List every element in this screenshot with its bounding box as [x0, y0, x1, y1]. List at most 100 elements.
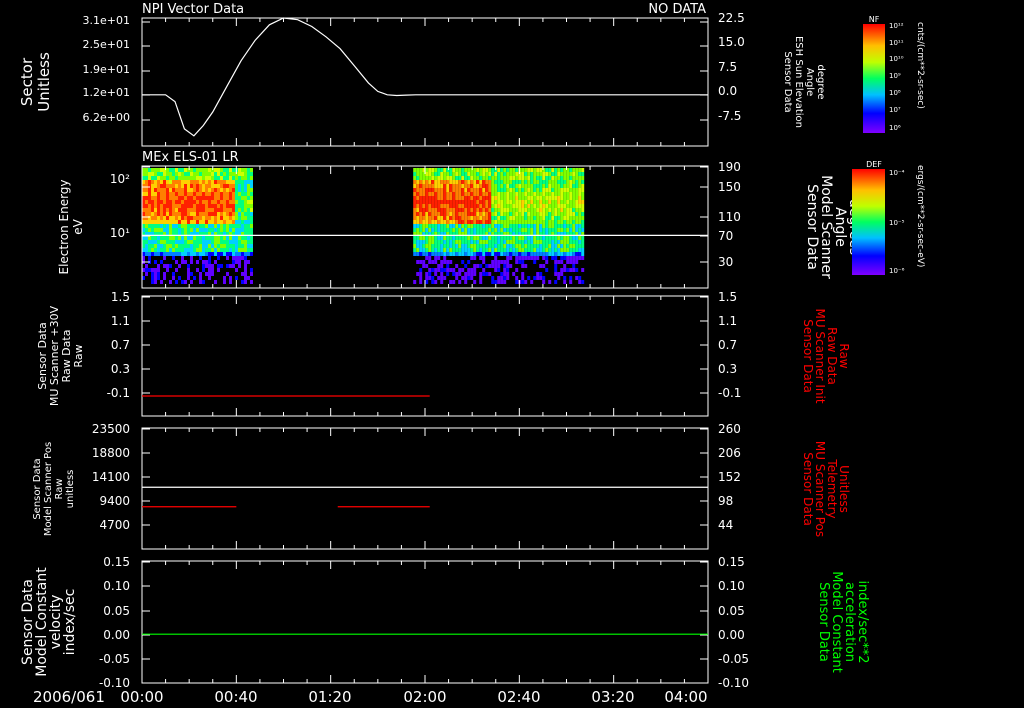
els-heatmap-cell — [488, 208, 492, 212]
els-heatmap-cell — [154, 236, 157, 240]
els-heatmap-cell — [205, 216, 208, 220]
els-heatmap-cell — [148, 172, 151, 176]
els-heatmap-cell — [187, 236, 190, 240]
svg-text:degree: degree — [815, 64, 826, 99]
els-heatmap-cell — [524, 208, 528, 212]
els-heatmap-cell — [416, 168, 420, 172]
els-heatmap-cell — [148, 204, 151, 208]
els-heatmap-cell — [446, 208, 450, 212]
els-heatmap-cell — [533, 240, 537, 244]
els-heatmap-cell — [148, 244, 151, 248]
svg-text:Raw: Raw — [72, 344, 85, 367]
els-heatmap-cell — [422, 220, 426, 224]
els-heatmap-cell — [563, 184, 567, 188]
els-heatmap-cell — [431, 228, 435, 232]
els-heatmap-cell — [145, 196, 148, 200]
els-heatmap-cell — [536, 200, 540, 204]
els-heatmap-cell — [536, 208, 540, 212]
els-heatmap-cell — [428, 220, 432, 224]
els-heatmap-cell — [229, 240, 232, 244]
els-heatmap-cell — [563, 228, 567, 232]
els-heatmap-cell — [461, 240, 465, 244]
svg-text:Angle: Angle — [804, 68, 815, 96]
els-heatmap-cell — [566, 252, 570, 256]
els-heatmap-cell — [458, 272, 462, 276]
els-heatmap-cell — [467, 168, 471, 172]
els-heatmap-cell — [208, 272, 211, 276]
els-heatmap-cell — [464, 212, 468, 216]
els-heatmap-cell — [437, 244, 441, 248]
els-heatmap-cell — [575, 216, 579, 220]
els-heatmap-cell — [479, 256, 483, 260]
els-heatmap-cell — [512, 192, 516, 196]
els-heatmap-cell — [151, 240, 154, 244]
els-heatmap-cell — [476, 196, 480, 200]
els-heatmap-cell — [482, 272, 486, 276]
els-heatmap-cell — [506, 224, 510, 228]
els-heatmap-cell — [545, 208, 549, 212]
els-heatmap-cell — [199, 244, 202, 248]
els-heatmap-cell — [241, 248, 244, 252]
els-heatmap-cell — [467, 212, 471, 216]
els-heatmap-cell — [563, 196, 567, 200]
els-heatmap-cell — [238, 172, 241, 176]
els-heatmap-cell — [169, 216, 172, 220]
els-heatmap-cell — [199, 248, 202, 252]
els-heatmap-cell — [485, 264, 489, 268]
els-heatmap-cell — [530, 184, 534, 188]
els-heatmap-cell — [211, 272, 214, 276]
els-heatmap-cell — [515, 200, 519, 204]
els-heatmap-cell — [145, 240, 148, 244]
els-heatmap-cell — [250, 180, 253, 184]
els-heatmap-cell — [548, 240, 552, 244]
els-heatmap-cell — [557, 208, 561, 212]
els-heatmap-cell — [527, 204, 531, 208]
els-heatmap-cell — [440, 280, 444, 284]
els-heatmap-cell — [485, 204, 489, 208]
els-heatmap-cell — [560, 252, 564, 256]
els-heatmap-cell — [557, 200, 561, 204]
els-heatmap-cell — [187, 188, 190, 192]
els-heatmap-cell — [518, 184, 522, 188]
els-heatmap-cell — [578, 240, 582, 244]
els-heatmap-cell — [202, 200, 205, 204]
els-heatmap-cell — [563, 224, 567, 228]
els-heatmap-cell — [572, 172, 576, 176]
els-heatmap-cell — [470, 172, 474, 176]
els-heatmap-cell — [476, 264, 480, 268]
els-heatmap-cell — [539, 244, 543, 248]
els-heatmap-cell — [169, 168, 172, 172]
els-heatmap-cell — [506, 184, 510, 188]
els-heatmap-cell — [536, 216, 540, 220]
els-heatmap-cell — [416, 216, 420, 220]
els-heatmap-cell — [476, 200, 480, 204]
els-heatmap-cell — [500, 272, 504, 276]
els-heatmap-cell — [241, 244, 244, 248]
els-heatmap-cell — [217, 256, 220, 260]
els-heatmap-cell — [425, 280, 429, 284]
els-heatmap-cell — [232, 196, 235, 200]
els-heatmap-cell — [464, 228, 468, 232]
els-heatmap-cell — [169, 248, 172, 252]
els-heatmap-cell — [217, 180, 220, 184]
els-heatmap-cell — [581, 268, 585, 272]
els-heatmap-cell — [428, 204, 432, 208]
els-heatmap-cell — [151, 280, 154, 284]
els-heatmap-cell — [506, 216, 510, 220]
els-heatmap-cell — [434, 176, 438, 180]
els-heatmap-cell — [187, 196, 190, 200]
els-heatmap-cell — [169, 208, 172, 212]
els-heatmap-cell — [455, 180, 459, 184]
els-heatmap-cell — [578, 184, 582, 188]
els-heatmap-cell — [464, 180, 468, 184]
els-heatmap-cell — [476, 180, 480, 184]
els-heatmap-cell — [416, 252, 420, 256]
els-heatmap-cell — [515, 180, 519, 184]
els-heatmap-cell — [518, 212, 522, 216]
els-heatmap-cell — [172, 240, 175, 244]
els-heatmap-cell — [154, 172, 157, 176]
els-heatmap-cell — [220, 224, 223, 228]
els-heatmap-cell — [217, 244, 220, 248]
els-heatmap-cell — [211, 240, 214, 244]
els-heatmap-cell — [157, 244, 160, 248]
